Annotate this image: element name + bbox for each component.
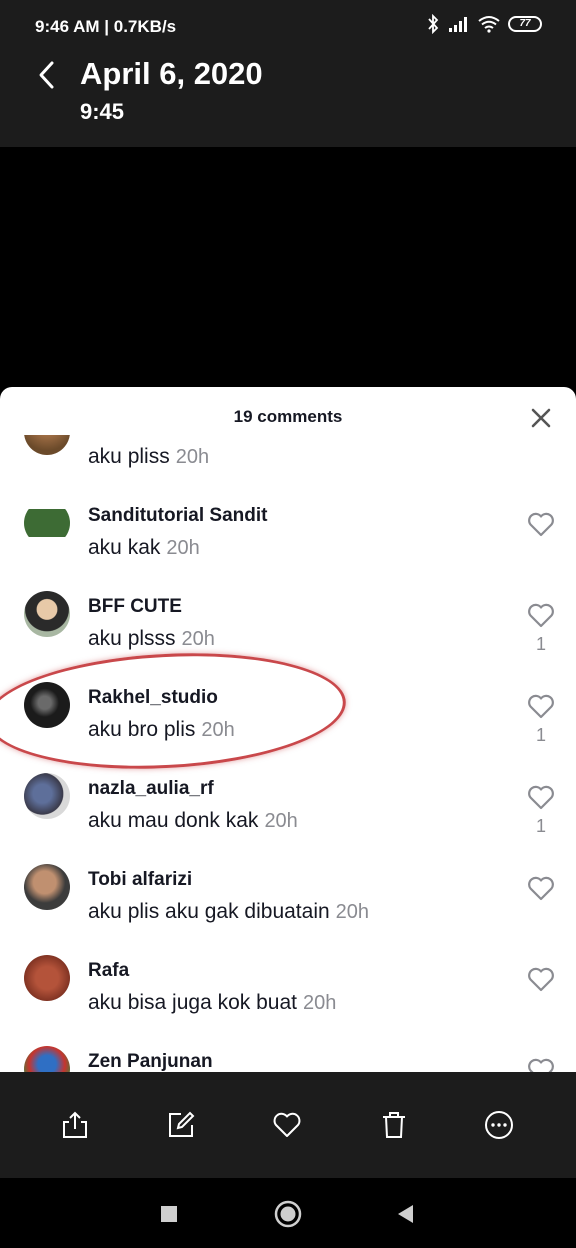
comment-time: 20h [302,992,337,1014]
system-nav-bar [0,1178,576,1248]
comment-time: 20h [166,537,200,559]
action-bar [0,1072,576,1178]
comment-username[interactable]: Zen Panjunan [88,1051,213,1072]
comment-item[interactable]: Sanditutorial Sandit aku kak 20h [0,485,576,576]
delete-icon[interactable] [379,1110,409,1140]
comment-list[interactable]: aku pliss 20h Sanditutorial Sandit aku ka… [0,435,576,1072]
like-count: 1 [535,725,546,745]
bluetooth-icon [428,14,439,34]
page-title: April 6, 2020 [80,56,263,91]
heart-icon[interactable] [527,1057,555,1072]
status-icons: 77 [426,14,542,34]
back-arrow-icon[interactable] [30,57,66,93]
battery-icon: 77 [508,16,542,32]
avatar[interactable] [24,1046,70,1072]
comment-text: aku kak 20h [88,536,200,559]
avatar[interactable] [24,435,70,455]
status-bar: 9:46 AM | 0.7KB/s 77 [0,0,576,52]
heart-icon[interactable] [527,602,555,628]
signal-icon [449,17,467,32]
comments-sheet: 19 comments aku pliss 20h Sanditutorial S… [0,387,576,1072]
heart-icon[interactable] [527,693,555,719]
comment-time: 20h [181,628,215,650]
heart-icon[interactable] [527,966,555,992]
comment-item[interactable]: Rafa aku bisa juga kok buat 20h [0,940,576,1031]
recents-icon[interactable] [155,1200,183,1228]
status-time: 9:46 AM | 0.7KB/s [35,17,177,36]
comment-username[interactable]: Sanditutorial Sandit [88,505,267,527]
comment-text: aku plsss 20h [88,627,215,650]
comment-username[interactable]: nazla_aulia_rf [88,778,214,800]
comment-text: aku bro plis 20h [88,718,235,741]
home-icon[interactable] [274,1200,302,1228]
avatar[interactable] [24,682,70,728]
back-icon[interactable] [393,1200,421,1228]
avatar[interactable] [24,500,70,546]
avatar[interactable] [24,773,70,819]
header: April 6, 2020 9:45 [0,52,576,147]
comment-username[interactable]: BFF CUTE [88,596,182,618]
heart-icon[interactable] [527,511,555,537]
comment-time: 20h [264,810,298,832]
comment-item[interactable]: nazla_aulia_rf aku mau donk kak 20h 1 [0,758,576,849]
comment-text: aku bisa juga kok buat 20h [88,991,337,1014]
comment-username[interactable]: Rafa [88,960,129,982]
comment-item[interactable]: aku pliss 20h [0,435,576,485]
like-count: 1 [535,634,546,654]
comment-item[interactable]: Zen Panjunan [0,1031,576,1072]
like-count: 1 [535,816,546,836]
comments-count-title: 19 comments [233,407,343,426]
video-preview[interactable] [0,147,576,387]
page-subtitle: 9:45 [80,99,125,124]
comment-item[interactable]: Rakhel_studio aku bro plis 20h 1 [0,667,576,758]
wifi-icon [478,16,500,33]
comment-username[interactable]: Rakhel_studio [88,687,218,709]
comment-item[interactable]: BFF CUTE aku plsss 20h 1 [0,576,576,667]
edit-icon[interactable] [166,1110,196,1140]
heart-icon[interactable] [527,784,555,810]
avatar[interactable] [24,955,70,1001]
heart-icon[interactable] [527,875,555,901]
share-icon[interactable] [60,1110,90,1140]
like-icon[interactable] [272,1110,302,1140]
comment-item[interactable]: Tobi alfarizi aku plis aku gak dibuatain… [0,849,576,940]
comment-text: aku mau donk kak 20h [88,809,298,832]
more-icon[interactable] [484,1110,514,1140]
comment-time: 20h [201,719,235,741]
comment-time: 20h [175,446,210,468]
avatar[interactable] [24,864,70,910]
comment-text: aku plis aku gak dibuatain 20h [88,900,370,923]
comment-time: 20h [335,901,370,923]
close-icon[interactable] [526,403,556,433]
comment-username[interactable]: Tobi alfarizi [88,869,192,891]
comment-text: aku pliss 20h [88,445,210,468]
avatar[interactable] [24,591,70,637]
